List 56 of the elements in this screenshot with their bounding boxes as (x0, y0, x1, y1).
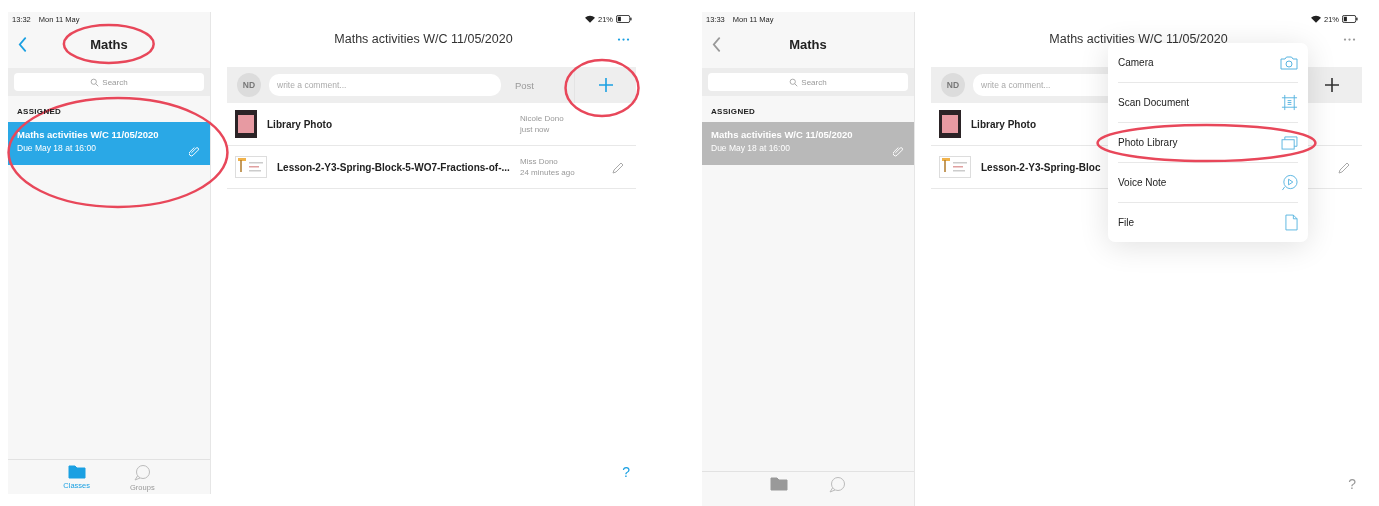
post-time: just now (520, 125, 551, 134)
search-field[interactable]: Search (14, 73, 204, 91)
help-button[interactable]: ? (622, 464, 630, 480)
class-title: Maths (90, 37, 128, 52)
back-icon[interactable] (18, 36, 27, 52)
pencil-icon[interactable] (1338, 162, 1350, 174)
paperclip-icon (189, 146, 200, 157)
folder-icon (67, 464, 86, 479)
speech-bubble-icon (133, 464, 152, 481)
plus-icon (1324, 78, 1339, 92)
post-time: 24 minutes ago (520, 168, 576, 177)
section-heading: ASSIGNED (710, 106, 757, 118)
post-title[interactable]: Library Photo (267, 118, 510, 130)
menu-item[interactable]: Voice Note (1118, 163, 1298, 203)
speech-bubble-icon (828, 476, 846, 493)
post-title[interactable]: Lesson-2-Y3-Spring-Block-5-WO7-Fractions-of-... (277, 161, 510, 173)
assignment-title: Maths activities W/C 11/05/2020 (1049, 32, 1228, 46)
more-options-icon[interactable] (617, 37, 630, 41)
file-icon (1285, 214, 1298, 231)
help-button[interactable]: ? (1348, 476, 1356, 492)
photo-stack-icon (1281, 135, 1298, 150)
menu-item[interactable]: Camera (1118, 43, 1298, 83)
document-thumbnail (235, 156, 267, 178)
groups-tab[interactable] (828, 476, 846, 493)
assignment-item[interactable]: Maths activities W/C 11/05/2020 Due May 18 at 16:00 (702, 122, 914, 165)
assignment-title: Maths activities W/C 11/05/2020 (334, 32, 513, 46)
wifi-icon (1311, 15, 1321, 23)
class-title: Maths (789, 37, 827, 52)
menu-item[interactable]: File (1118, 203, 1298, 242)
play-bubble-icon (1281, 174, 1298, 191)
wifi-icon (585, 15, 595, 23)
classes-tab[interactable] (770, 476, 788, 491)
user-avatar: ND (941, 73, 965, 97)
post-button[interactable]: Post (515, 79, 555, 91)
search-field[interactable]: Search (708, 73, 908, 91)
paperclip-icon (893, 146, 904, 157)
photo-thumbnail (235, 110, 257, 138)
camera-icon (1280, 55, 1298, 70)
search-icon (789, 77, 799, 87)
document-thumbnail (939, 156, 971, 178)
pencil-icon[interactable] (612, 162, 624, 174)
battery-icon (1342, 15, 1358, 23)
menu-item[interactable]: Scan Document (1118, 83, 1298, 123)
battery-icon (616, 15, 632, 23)
assignment-item[interactable]: Maths activities W/C 11/05/2020 Due May 18 at 16:00 (8, 122, 210, 165)
photo-thumbnail (939, 110, 961, 138)
comment-field[interactable]: write a comment... (269, 74, 501, 96)
post-author: Nicole Dono (520, 114, 565, 123)
search-icon (90, 77, 100, 87)
folder-icon (770, 476, 788, 491)
user-avatar: ND (237, 73, 261, 97)
more-options-icon[interactable] (1343, 37, 1356, 41)
post-author: Miss Dono (520, 157, 559, 166)
plus-icon (598, 78, 613, 92)
scan-document-icon (1281, 94, 1298, 111)
back-icon[interactable] (712, 36, 721, 52)
